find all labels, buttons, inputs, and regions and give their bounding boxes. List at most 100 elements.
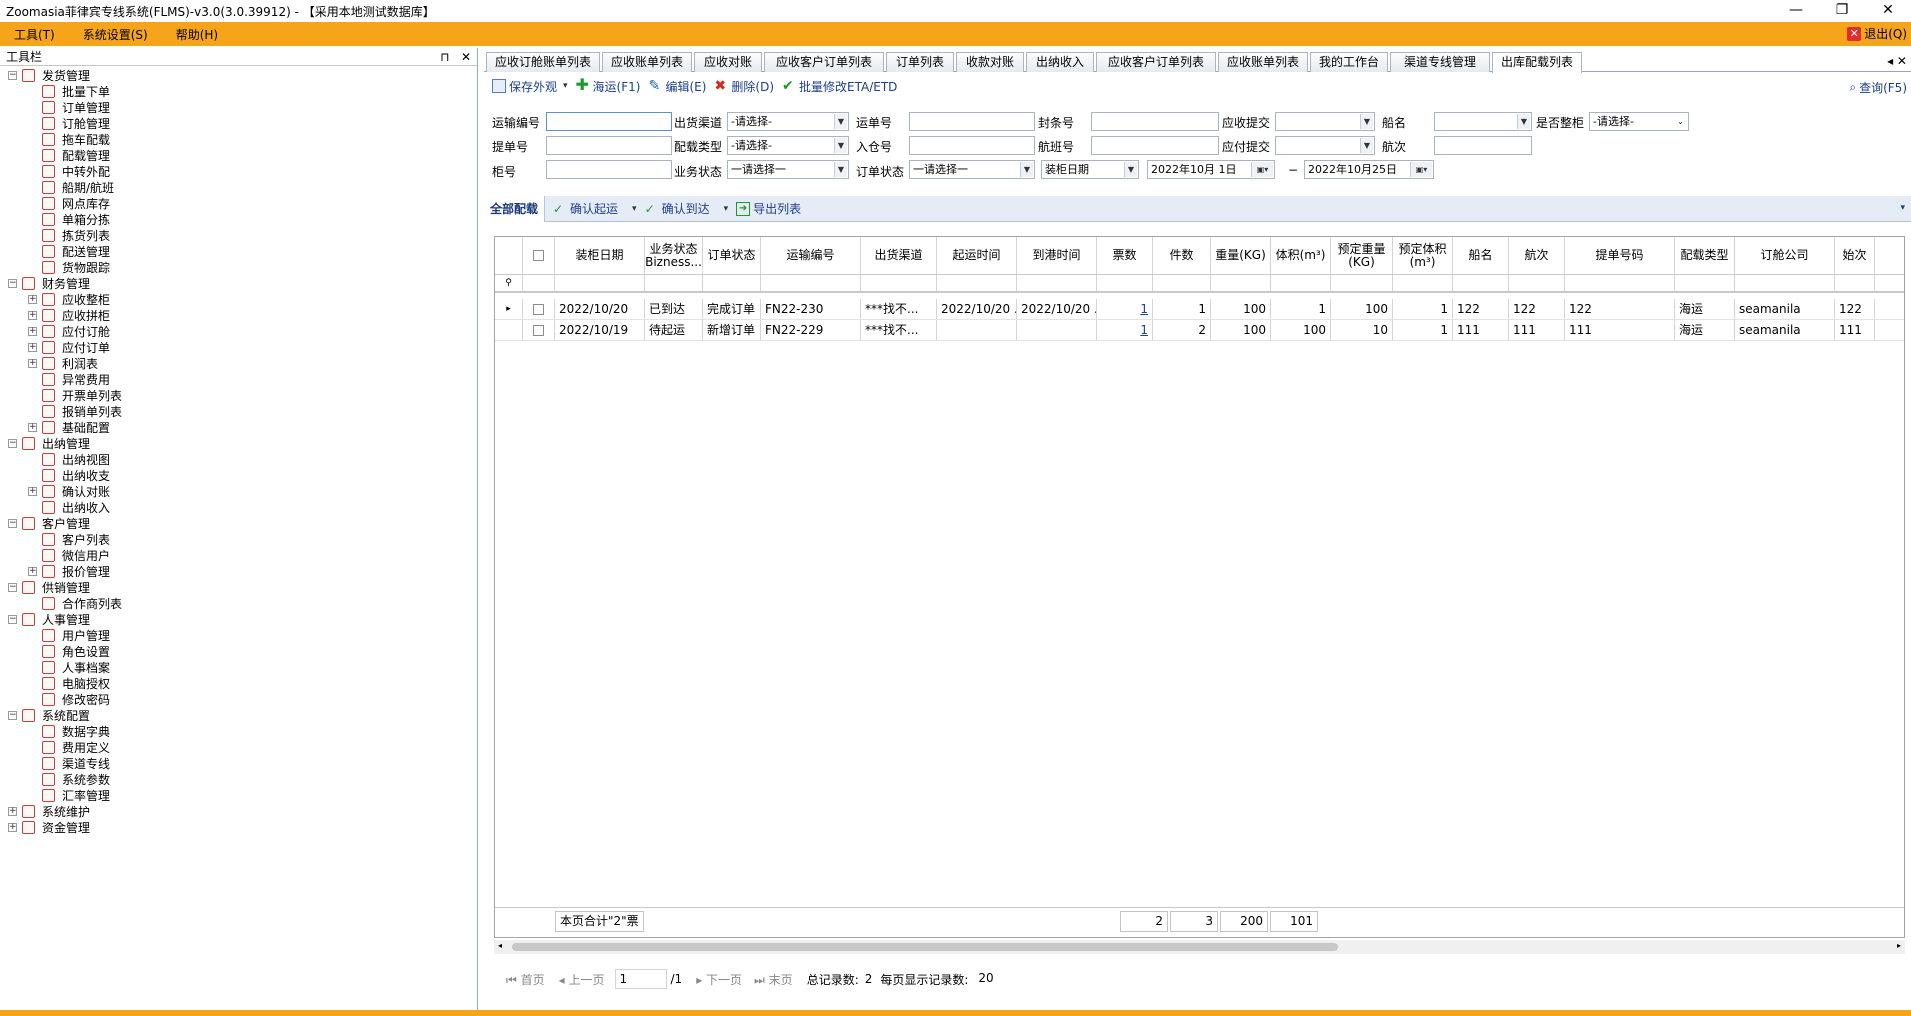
close-button[interactable]: ✕ (1865, 0, 1911, 22)
column-header[interactable]: 航次 (1509, 237, 1565, 274)
filter-cell[interactable] (1211, 275, 1271, 291)
tree-item[interactable]: 角色设置 (0, 644, 470, 660)
table-row[interactable]: 2022/10/19 待起运 新增订单 FN22-229 ***找不... 1 2 100 10… (495, 320, 1904, 341)
voyage-input[interactable] (1434, 136, 1532, 155)
tree-item[interactable]: 用户管理 (0, 628, 470, 644)
expand-icon[interactable]: + (28, 327, 37, 336)
expand-icon[interactable]: + (28, 359, 37, 368)
filter-cell[interactable] (703, 275, 761, 291)
filter-cell[interactable] (1565, 275, 1675, 291)
collapse-icon[interactable]: − (8, 615, 17, 624)
row-checkbox-cell[interactable] (523, 320, 555, 340)
tree-item[interactable]: 人事档案 (0, 660, 470, 676)
maximize-button[interactable]: ❐ (1819, 0, 1865, 22)
column-header[interactable]: 预定体积 (m³) (1393, 237, 1453, 274)
collapse-icon[interactable]: − (8, 519, 17, 528)
tree-item[interactable]: 异常费用 (0, 372, 470, 388)
column-header[interactable]: 业务状态 Bizness... (645, 237, 703, 274)
tree-item[interactable]: + 报价管理 (0, 564, 470, 580)
tab-item[interactable]: 应收账单列表 (602, 52, 692, 72)
filter-cell[interactable] (1331, 275, 1393, 291)
column-header[interactable]: 提单号码 (1565, 237, 1675, 274)
flight-no-input[interactable] (1091, 136, 1219, 155)
ar-submit-select[interactable]: ▼ (1275, 112, 1375, 131)
tree-item[interactable]: 数据字典 (0, 724, 470, 740)
filter-cell[interactable] (1735, 275, 1835, 291)
exit-button[interactable]: ✕ 退出(Q) (1847, 25, 1907, 42)
tab-item[interactable]: 应收客户订单列表 (764, 52, 884, 72)
tree-item[interactable]: + 应付订单 (0, 340, 470, 356)
filter-cell[interactable] (861, 275, 937, 291)
dropdown-arrow-icon[interactable]: ▾ (632, 204, 637, 214)
tree-item[interactable]: 批量下单 (0, 84, 470, 100)
collapse-icon[interactable]: − (8, 279, 17, 288)
expand-icon[interactable]: + (28, 487, 37, 496)
filter-cell[interactable] (1393, 275, 1453, 291)
column-header[interactable]: 装柜日期 (555, 237, 645, 274)
export-button[interactable]: ➜ 导出列表 (736, 200, 801, 217)
tree-item[interactable]: 报销单列表 (0, 404, 470, 420)
tree-item[interactable]: 修改密码 (0, 692, 470, 708)
column-header[interactable]: 船名 (1453, 237, 1509, 274)
filter-cell[interactable] (1097, 275, 1153, 291)
tab-item[interactable]: 收款对账 (956, 52, 1024, 72)
menu-tools[interactable]: 工具(T) (0, 26, 69, 43)
row-checkbox-cell[interactable] (523, 299, 555, 319)
collapse-icon[interactable]: − (8, 439, 17, 448)
tree-item[interactable]: 单箱分拣 (0, 212, 470, 228)
filter-cell[interactable] (1509, 275, 1565, 291)
tab-item[interactable]: 应收账单列表 (1218, 52, 1308, 72)
waybill-input[interactable] (909, 112, 1035, 131)
date-from-picker[interactable]: 2022年10月 1日 ▣▾ (1147, 160, 1275, 179)
load-type-select[interactable]: -请选择- ▼ (727, 136, 849, 155)
filter-cell[interactable] (937, 275, 1017, 291)
tab-item[interactable]: 应收对账 (694, 52, 762, 72)
pin-icon[interactable]: ⊓ (440, 50, 449, 64)
filter-cell[interactable] (1153, 275, 1211, 291)
last-page-button[interactable]: ⏭ 末页 (754, 971, 793, 988)
filter-cell[interactable] (1835, 275, 1875, 291)
expand-icon[interactable]: + (28, 311, 37, 320)
toolbar-overflow-icon[interactable]: ▾ (1900, 203, 1905, 213)
page-number-input[interactable]: 1 (614, 969, 667, 989)
filter-cell[interactable] (1271, 275, 1331, 291)
tab-item[interactable]: 应收订舱账单列表 (486, 52, 600, 72)
tree-item[interactable]: 拖车配载 (0, 132, 470, 148)
collapse-icon[interactable]: − (8, 583, 17, 592)
tree-item[interactable]: 费用定义 (0, 740, 470, 756)
tree-item[interactable]: 出纳收支 (0, 468, 470, 484)
tree-item[interactable]: 拣货列表 (0, 228, 470, 244)
tab-item[interactable]: 应收客户订单列表 (1096, 52, 1216, 72)
ap-submit-select[interactable]: ▼ (1275, 136, 1375, 155)
scrollbar-thumb[interactable] (512, 943, 1338, 951)
column-header[interactable]: 到港时间 (1017, 237, 1097, 274)
expand-icon[interactable]: + (28, 343, 37, 352)
tree-item[interactable]: + 确认对账 (0, 484, 470, 500)
tree-item[interactable]: − 出纳管理 (0, 436, 470, 452)
filter-cell[interactable] (523, 275, 555, 291)
expand-icon[interactable]: + (28, 567, 37, 576)
seal-no-input[interactable] (1091, 112, 1219, 131)
collapse-icon[interactable]: − (8, 711, 17, 720)
tab-item[interactable]: 订单列表 (886, 52, 954, 72)
tree-item[interactable]: 中转外配 (0, 164, 470, 180)
tree-item[interactable]: 船期/航班 (0, 180, 470, 196)
first-page-button[interactable]: ⏮ 首页 (506, 971, 545, 988)
tree-item[interactable]: 汇率管理 (0, 788, 470, 804)
column-header[interactable]: 票数 (1097, 237, 1153, 274)
tree-item[interactable]: 电脑授权 (0, 676, 470, 692)
tree-item[interactable]: 开票单列表 (0, 388, 470, 404)
filter-icon[interactable]: ⚲ (495, 275, 523, 291)
expand-icon[interactable]: + (28, 423, 37, 432)
transport-no-input[interactable] (546, 112, 672, 131)
column-header[interactable]: 件数 (1153, 237, 1211, 274)
expand-icon[interactable]: + (8, 807, 17, 816)
sea-button[interactable]: ✚ 海运(F1) (576, 77, 641, 95)
column-header[interactable]: 订舱公司 (1735, 237, 1835, 274)
filter-cell[interactable] (555, 275, 645, 291)
pane-close-icon[interactable]: ✕ (461, 50, 471, 64)
date-to-picker[interactable]: 2022年10月25日 ▣▾ (1304, 160, 1434, 179)
column-header[interactable]: 订单状态 (703, 237, 761, 274)
tree-item[interactable]: + 资金管理 (0, 820, 470, 836)
filter-cell[interactable] (761, 275, 861, 291)
